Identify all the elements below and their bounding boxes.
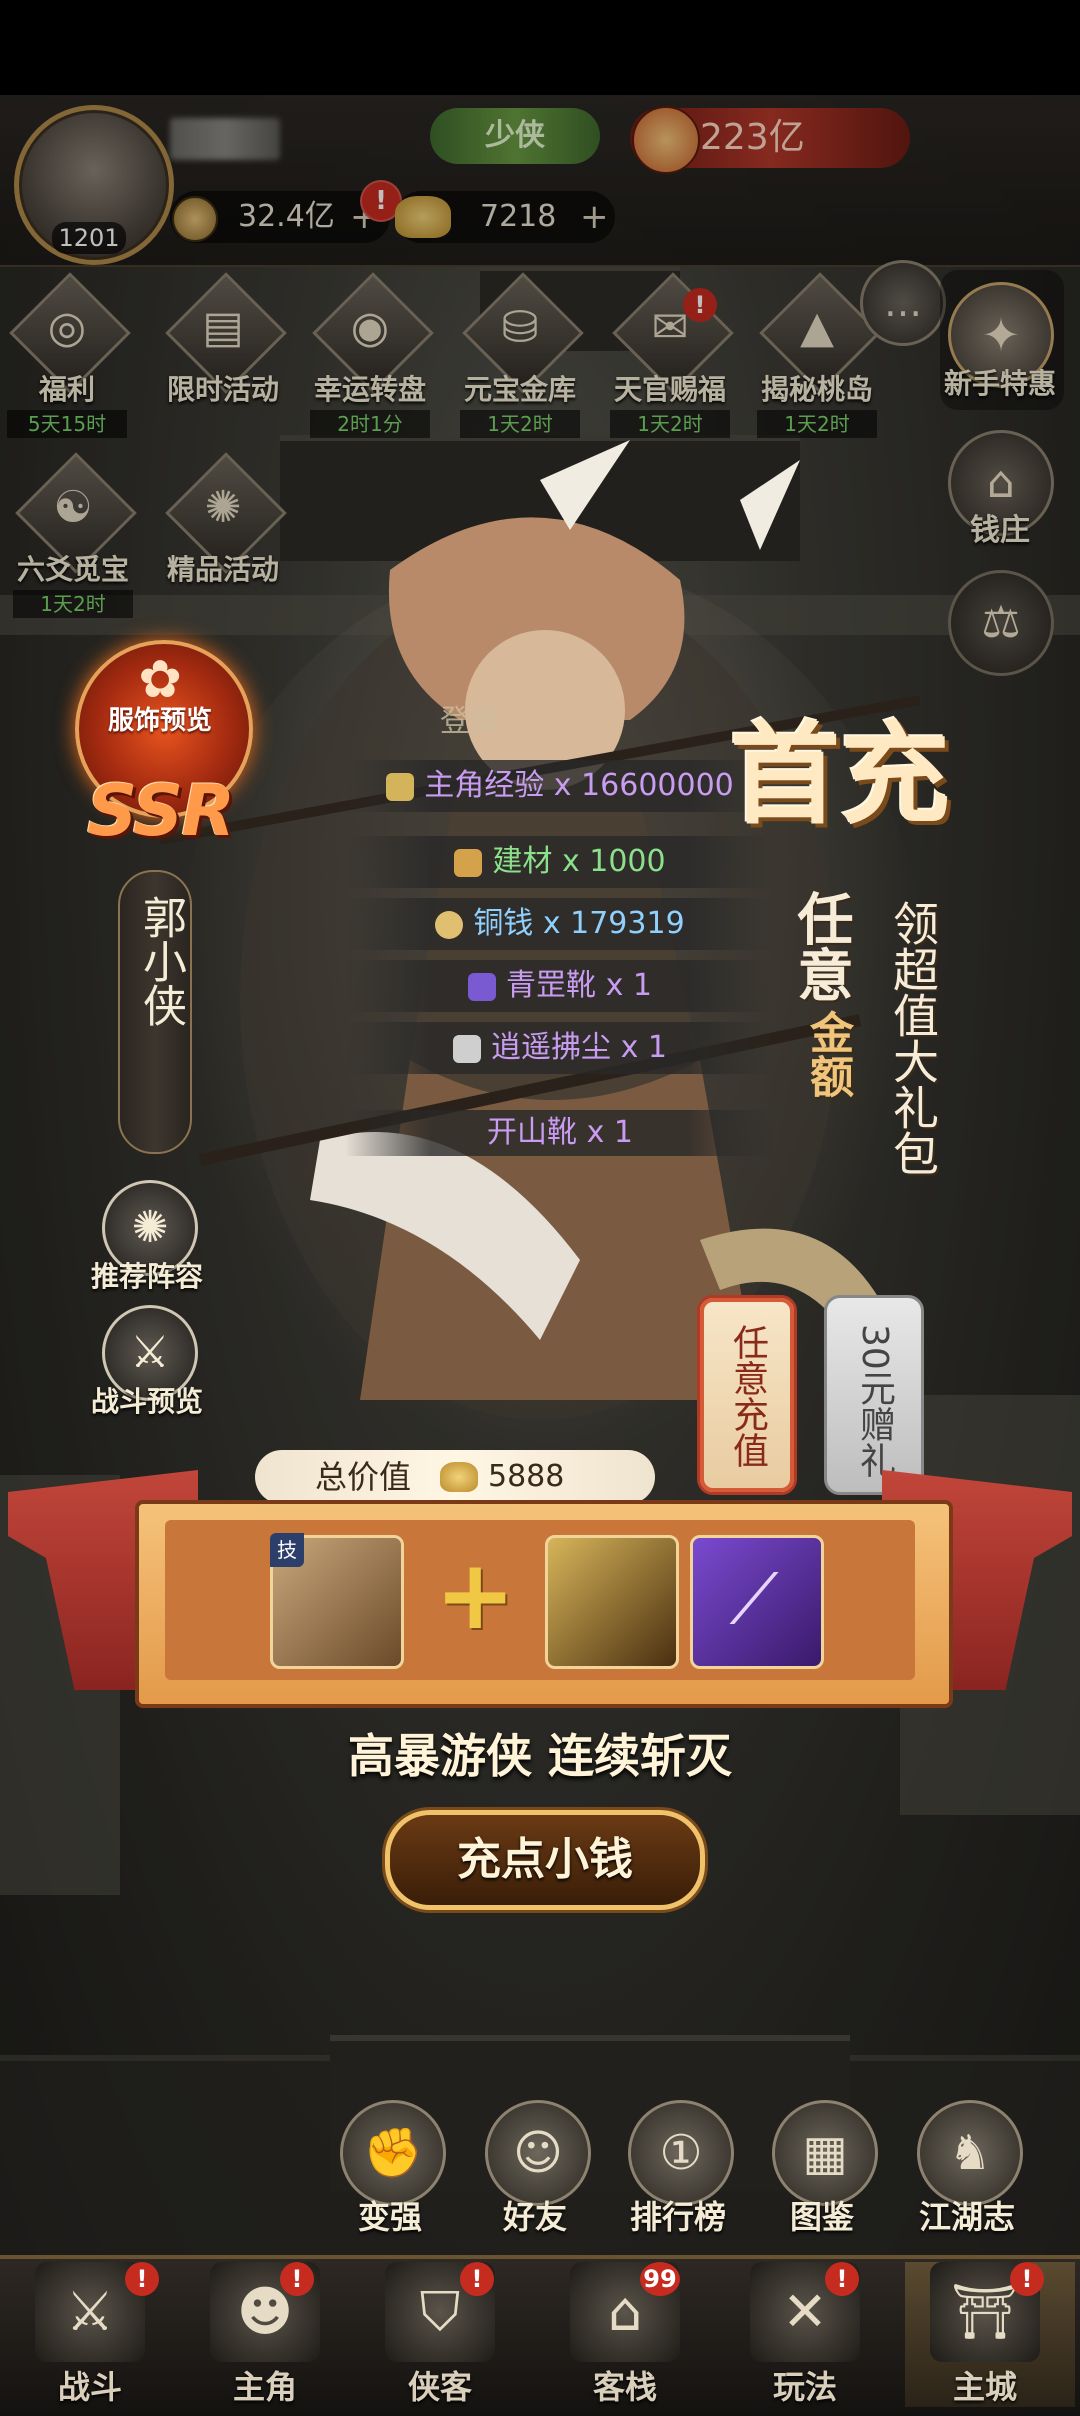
alert-badge: ! — [460, 2262, 494, 2296]
function-label: 图鉴 — [789, 2198, 854, 2236]
nav-inn[interactable]: ⌂ 99 客栈 — [550, 2262, 720, 2407]
hero-tagline: 高暴游侠 连续斩灭 — [347, 1729, 732, 1783]
alert-badge: ! — [125, 2262, 159, 2296]
boots-icon — [468, 972, 497, 1001]
status-bar — [0, 0, 1080, 95]
recommend-lineup-label: 推荐阵容 — [90, 1260, 203, 1293]
skill-tag: 技 — [270, 1533, 304, 1567]
tab-any-recharge[interactable]: 任意充值 — [697, 1295, 797, 1495]
tab-label: 30元赠礼 — [854, 1324, 895, 1478]
nav-heroes[interactable]: ⛉ ! 侠客 — [365, 2262, 535, 2407]
reward-list-title: 登录 — [440, 704, 500, 739]
gold-ingot-icon — [440, 1462, 478, 1492]
nav-label: 战斗 — [57, 2368, 122, 2406]
notification-count-badge: 99 — [640, 2262, 680, 2296]
alert-badge: ! — [825, 2262, 859, 2296]
battle-preview-label: 战斗预览 — [90, 1385, 203, 1418]
super-gift-text: 领超值大礼包 — [886, 900, 940, 1176]
total-value-number: 5888 — [488, 1459, 565, 1494]
plus-icon: + — [435, 1539, 516, 1651]
jianghu-log-icon[interactable]: ♞ — [917, 2100, 1023, 2206]
codex-icon[interactable]: ▦ — [772, 2100, 878, 2206]
nav-label: 客栈 — [592, 2368, 657, 2406]
reward-text: 铜钱 x 179319 — [473, 906, 685, 941]
amount-text: 金额 — [802, 1010, 853, 1098]
alert-badge: ! — [280, 2262, 314, 2296]
hero-name: 郭小侠 — [135, 895, 186, 1027]
recharge-button[interactable]: 充点小钱 — [385, 1810, 705, 1910]
friends-icon[interactable]: ☺ — [485, 2100, 591, 2206]
nav-label: 主城 — [952, 2368, 1017, 2406]
function-label: 变强 — [357, 2198, 422, 2236]
tab-label: 任意充值 — [727, 1324, 768, 1468]
power-up-icon[interactable]: ✊ — [340, 2100, 446, 2206]
sword-icon: ⟋ — [729, 1558, 779, 1640]
nav-battle[interactable]: ⚔ ! 战斗 — [5, 2262, 175, 2407]
reward-text: 建材 x 1000 — [492, 844, 666, 879]
reward-row: 青罡靴 x 1 — [345, 960, 775, 1012]
reward-text: 逍遥拂尘 x 1 — [491, 1030, 667, 1065]
nav-label: 主角 — [232, 2368, 297, 2406]
tab-30-gift[interactable]: 30元赠礼 — [824, 1295, 924, 1495]
whisk-icon — [453, 1034, 482, 1063]
any-amount-text: 任意 — [788, 890, 853, 1002]
rarity-ssr-badge: SSR — [86, 770, 235, 852]
nav-main-city[interactable]: ⛩ ! 主城 — [905, 2262, 1075, 2407]
reward-text: 开山靴 x 1 — [487, 1115, 633, 1150]
reward-armor-card[interactable] — [545, 1535, 679, 1669]
nav-label: 侠客 — [407, 2368, 472, 2406]
leaderboard-icon[interactable]: ① — [628, 2100, 734, 2206]
first-charge-title: 首充 — [730, 711, 950, 839]
function-label: 排行榜 — [629, 2198, 726, 2236]
reward-text: 青罡靴 x 1 — [506, 968, 652, 1003]
nav-protagonist[interactable]: ☻ ! 主角 — [180, 2262, 350, 2407]
function-label: 好友 — [502, 2198, 567, 2236]
reward-row: 建材 x 1000 — [345, 836, 775, 888]
exp-book-icon — [386, 772, 415, 801]
copper-coin-icon — [435, 910, 464, 939]
reward-row: 开山靴 x 1 — [345, 1110, 775, 1156]
reward-row: 主角经验 x 16600000 — [345, 760, 775, 812]
reward-row: 逍遥拂尘 x 1 — [345, 1022, 775, 1074]
reward-row: 铜钱 x 179319 — [345, 898, 775, 950]
nav-label: 玩法 — [772, 2368, 837, 2406]
function-label: 江湖志 — [918, 2198, 1015, 2236]
total-value-label: 总价值 — [315, 1458, 412, 1496]
costume-preview-label: 服饰预览 — [107, 706, 212, 736]
nav-gameplay[interactable]: ✕ ! 玩法 — [730, 2262, 900, 2407]
materials-icon — [454, 848, 483, 877]
alert-badge: ! — [1010, 2262, 1044, 2296]
reward-text: 主角经验 x 16600000 — [424, 768, 734, 803]
